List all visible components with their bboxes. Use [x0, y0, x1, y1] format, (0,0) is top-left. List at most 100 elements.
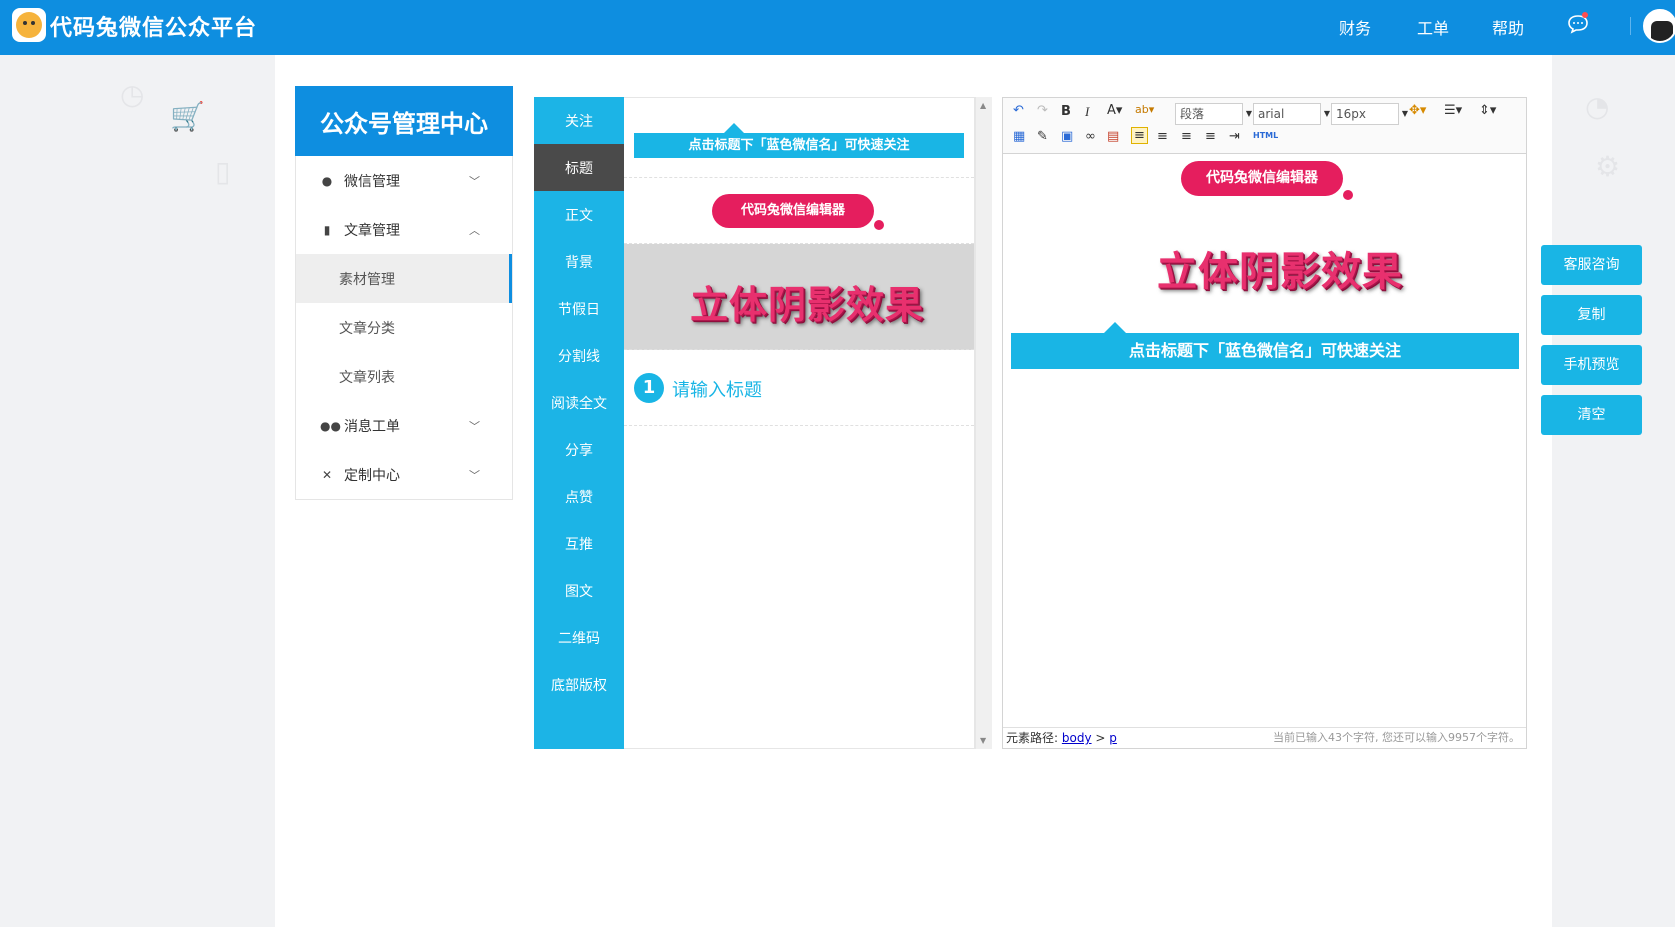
- scroll-up-icon[interactable]: ▲: [980, 101, 986, 110]
- tab-title[interactable]: 标题: [534, 144, 624, 191]
- menu-wechat[interactable]: ● 微信管理 ﹀: [296, 156, 512, 205]
- align-left-icon[interactable]: ≡: [1131, 127, 1148, 144]
- template-list: 点击标题下「蓝色微信名」可快速关注 代码兔微信编辑器 立体阴影效果 1 请输入标…: [624, 97, 975, 749]
- list-icon[interactable]: ☰▾: [1444, 103, 1462, 118]
- menu-article-label: 文章管理: [344, 222, 400, 239]
- dropdown-arrow-icon: ▼: [1245, 109, 1252, 118]
- cart-deco-icon: 🛒: [170, 100, 205, 133]
- template-follow-text: 点击标题下「蓝色微信名」可快速关注: [634, 133, 964, 158]
- tab-divider[interactable]: 分割线: [534, 332, 624, 379]
- menu-ticket[interactable]: ●● 消息工单 ﹀: [296, 401, 512, 450]
- paragraph-value: 段落: [1180, 107, 1205, 121]
- nav-ticket[interactable]: 工单: [1417, 15, 1449, 39]
- pill-dot: [1343, 190, 1353, 200]
- app-title: 代码兔微信公众平台: [50, 16, 258, 41]
- mobile-preview-button[interactable]: 手机预览: [1541, 345, 1642, 385]
- font-color-icon[interactable]: A▾: [1107, 103, 1122, 118]
- template-scrollbar[interactable]: ▲ ▼: [975, 97, 992, 749]
- copy-button[interactable]: 复制: [1541, 295, 1642, 335]
- bold-icon[interactable]: B: [1061, 104, 1071, 119]
- table-icon[interactable]: ▦: [1013, 129, 1025, 144]
- template-shadow[interactable]: 立体阴影效果: [624, 244, 974, 350]
- menu-custom[interactable]: ✕ 定制中心 ﹀: [296, 450, 512, 499]
- clear-button[interactable]: 清空: [1541, 395, 1642, 435]
- menu-custom-label: 定制中心: [344, 467, 400, 484]
- rich-text-editor: ↶ ↷ B I A▾ ab▾ 段落 ▼ arial ▼ 16px ▼ ✥▾ ☰▾…: [1002, 97, 1527, 749]
- menu-material[interactable]: 素材管理: [296, 254, 512, 303]
- redo-icon[interactable]: ↷: [1037, 103, 1048, 118]
- tab-copyright[interactable]: 底部版权: [534, 661, 624, 708]
- menu-article[interactable]: ▮ 文章管理 ︿: [296, 205, 512, 254]
- font-value: arial: [1258, 107, 1285, 121]
- line-height-icon[interactable]: ⇕▾: [1479, 103, 1496, 118]
- logo-icon[interactable]: [12, 8, 46, 42]
- tab-mutual[interactable]: 互推: [534, 520, 624, 567]
- size-select[interactable]: 16px ▼: [1331, 103, 1408, 125]
- tab-share[interactable]: 分享: [534, 426, 624, 473]
- video-icon[interactable]: ▣: [1061, 129, 1073, 144]
- dropdown-arrow-icon: ▼: [1401, 109, 1408, 118]
- align-center-icon[interactable]: ≡: [1157, 129, 1168, 144]
- chat-bubble-icon: ●: [321, 173, 333, 188]
- template-pill[interactable]: 代码兔微信编辑器: [624, 178, 974, 244]
- html-source-icon[interactable]: HTML: [1253, 131, 1278, 140]
- char-count: 当前已输入43个字符, 您还可以输入9957个字符。: [1273, 731, 1520, 744]
- format-brush-icon[interactable]: ✥▾: [1409, 103, 1426, 118]
- tab-holiday[interactable]: 节假日: [534, 285, 624, 332]
- chevron-down-icon: ﹀: [469, 469, 480, 482]
- link-icon[interactable]: ∞: [1085, 129, 1096, 144]
- path-body-link[interactable]: body: [1062, 731, 1092, 745]
- template-numbered-title[interactable]: 1 请输入标题: [624, 350, 974, 426]
- size-value: 16px: [1336, 107, 1366, 121]
- number-badge: 1: [634, 373, 664, 403]
- italic-icon[interactable]: I: [1085, 104, 1089, 120]
- align-right-icon[interactable]: ≡: [1181, 129, 1192, 144]
- editor-content[interactable]: 代码兔微信编辑器 立体阴影效果 点击标题下「蓝色微信名」可快速关注: [1003, 154, 1526, 728]
- clock-deco-icon: ◷: [120, 78, 145, 111]
- indent-icon[interactable]: ⇥: [1229, 129, 1240, 144]
- highlight-icon[interactable]: ab▾: [1135, 103, 1154, 116]
- nav-divider: [1630, 17, 1631, 35]
- image-icon[interactable]: ▤: [1107, 129, 1119, 144]
- menu-wechat-label: 微信管理: [344, 173, 400, 190]
- tab-background[interactable]: 背景: [534, 238, 624, 285]
- tab-follow[interactable]: 关注: [534, 97, 624, 144]
- nav-help[interactable]: 帮助: [1492, 15, 1524, 39]
- tab-like[interactable]: 点赞: [534, 473, 624, 520]
- path-label: 元素路径:: [1006, 731, 1059, 745]
- avatar[interactable]: [1643, 9, 1675, 43]
- menu-category[interactable]: 文章分类: [296, 303, 512, 352]
- content-follow-bar: 点击标题下「蓝色微信名」可快速关注: [1011, 333, 1519, 369]
- paragraph-select[interactable]: 段落 ▼: [1175, 103, 1252, 125]
- chat-deco-icon: ◔: [1585, 90, 1610, 123]
- dropdown-arrow-icon: ▼: [1323, 109, 1330, 118]
- scroll-down-icon[interactable]: ▼: [980, 736, 986, 745]
- align-justify-icon[interactable]: ≡: [1205, 129, 1216, 144]
- bar-chart-icon: ▮: [323, 222, 331, 237]
- sidebar-title: 公众号管理中心: [295, 86, 513, 156]
- tab-qrcode[interactable]: 二维码: [534, 614, 624, 661]
- customer-service-button[interactable]: 客服咨询: [1541, 245, 1642, 285]
- undo-icon[interactable]: ↶: [1013, 103, 1024, 118]
- template-follow[interactable]: 点击标题下「蓝色微信名」可快速关注: [624, 98, 974, 178]
- users-icon: ●●: [320, 418, 341, 433]
- template-title-text: 请输入标题: [672, 380, 762, 401]
- tab-image-text[interactable]: 图文: [534, 567, 624, 614]
- gear-deco-icon: ⚙: [1595, 150, 1621, 183]
- menu-list[interactable]: 文章列表: [296, 352, 512, 401]
- chevron-down-icon: ﹀: [469, 175, 480, 188]
- path-p-link[interactable]: p: [1109, 731, 1117, 745]
- sidebar: 公众号管理中心 ● 微信管理 ﹀ ▮ 文章管理 ︿ 素材管理 文章分类 文章列表…: [295, 86, 513, 500]
- pointer-triangle: [724, 123, 744, 133]
- menu-ticket-label: 消息工单: [344, 418, 400, 435]
- chevron-down-icon: ﹀: [469, 420, 480, 433]
- component-tabs: 关注 标题 正文 背景 节假日 分割线 阅读全文 分享 点赞 互推 图文 二维码…: [534, 97, 624, 749]
- font-select[interactable]: arial ▼: [1253, 103, 1330, 125]
- tablet-deco-icon: ▯: [215, 155, 231, 188]
- tab-read-more[interactable]: 阅读全文: [534, 379, 624, 426]
- eraser-icon[interactable]: ✎: [1037, 129, 1048, 144]
- template-pill-text: 代码兔微信编辑器: [712, 194, 874, 228]
- path-separator: >: [1095, 731, 1106, 745]
- tab-body[interactable]: 正文: [534, 191, 624, 238]
- nav-finance[interactable]: 财务: [1339, 15, 1371, 39]
